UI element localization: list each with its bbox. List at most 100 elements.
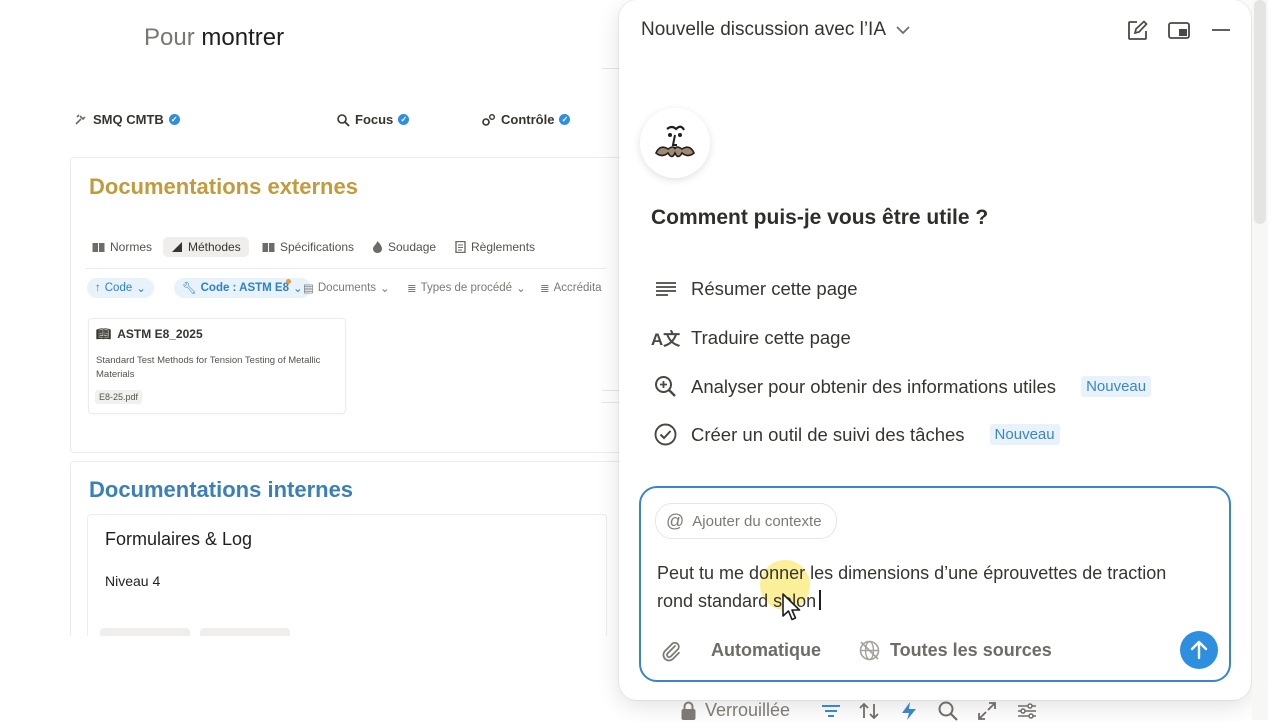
wrench-icon: 🔧︎ bbox=[182, 283, 197, 295]
page-lock-status[interactable]: Verrouillée bbox=[680, 700, 790, 721]
minimize-button[interactable] bbox=[1209, 18, 1233, 42]
document-file-chip[interactable]: E8-25.pdf bbox=[95, 390, 143, 404]
filter-label: Documents bbox=[317, 282, 377, 294]
add-context-button[interactable]: @ Ajouter du contexte bbox=[655, 503, 837, 539]
mouse-pointer-icon bbox=[782, 593, 801, 621]
sort-icon[interactable] bbox=[858, 700, 880, 722]
filter-label: Code bbox=[104, 282, 133, 294]
zoom-in-icon bbox=[653, 374, 678, 399]
chevron-down-icon: ⌄ bbox=[516, 283, 526, 295]
minus-icon bbox=[1212, 29, 1230, 31]
sources-label: Toutes les sources bbox=[890, 640, 1052, 660]
nav-link-controle[interactable]: Contrôle ✓ bbox=[481, 112, 571, 127]
chevron-down-icon: ⌄ bbox=[380, 283, 390, 295]
filter-accreditation[interactable]: ≣ Accrédita bbox=[540, 281, 602, 295]
new-chat-button[interactable] bbox=[1125, 18, 1149, 42]
heading-main: montrer bbox=[201, 24, 285, 51]
action-analyze[interactable]: Analyser pour obtenir des informations u… bbox=[653, 374, 1152, 399]
chevron-down-icon: ⌄ bbox=[293, 283, 303, 295]
document-title-text: ASTM E8_2025 bbox=[117, 327, 203, 341]
lock-label: Verrouillée bbox=[705, 700, 791, 720]
verified-badge-icon: ✓ bbox=[168, 114, 180, 125]
action-label: Résumer cette page bbox=[691, 277, 858, 299]
divider bbox=[602, 390, 620, 391]
database-icon: ≣ bbox=[407, 283, 417, 295]
filter-code[interactable]: ↑ Code ⌄ bbox=[87, 278, 154, 298]
book-icon bbox=[92, 242, 105, 252]
tab-specifications[interactable]: Spécifications bbox=[262, 240, 354, 254]
action-summarize[interactable]: Résumer cette page bbox=[653, 276, 858, 301]
paperclip-icon[interactable] bbox=[660, 640, 682, 662]
divider bbox=[602, 68, 620, 69]
action-task-tracker[interactable]: Créer un outil de suivi des tâches Nouve… bbox=[653, 422, 1060, 447]
nav-link-focus[interactable]: Focus ✓ bbox=[336, 112, 410, 127]
edit-icon bbox=[1127, 19, 1148, 40]
tab-divider bbox=[86, 268, 606, 269]
action-label: Créer un outil de suivi des tâches bbox=[691, 423, 965, 445]
nav-link-label: SMQ CMTB bbox=[93, 112, 164, 127]
sources-select-button[interactable]: Toutes les sources bbox=[859, 640, 1052, 661]
open-book-icon: 📖︎ bbox=[96, 327, 112, 341]
book-icon bbox=[262, 242, 275, 252]
nav-link-label: Contrôle bbox=[501, 112, 555, 127]
expand-icon[interactable] bbox=[976, 700, 998, 722]
action-label: Analyser pour obtenir des informations u… bbox=[691, 375, 1057, 397]
tab-normes[interactable]: Normes bbox=[92, 240, 152, 254]
new-badge: Nouveau bbox=[1081, 376, 1152, 397]
lightning-icon[interactable] bbox=[898, 700, 920, 722]
translate-icon: A文 bbox=[650, 330, 681, 349]
page-bottom-area bbox=[0, 636, 620, 720]
filter-types-procede[interactable]: ≣ Types de procédé ⌄ bbox=[407, 281, 526, 295]
picture-in-picture-button[interactable] bbox=[1167, 18, 1191, 42]
tab-label: Soudage bbox=[388, 240, 437, 254]
text-caret bbox=[819, 590, 822, 610]
action-translate[interactable]: A文 Traduire cette page bbox=[650, 325, 851, 350]
ai-face-icon bbox=[655, 125, 695, 158]
chat-title-dropdown[interactable]: Nouvelle discussion avec l’IA bbox=[641, 19, 910, 41]
database-icon: ≣ bbox=[540, 283, 550, 295]
chevron-down-icon: ⌄ bbox=[136, 283, 146, 295]
settings-sliders-icon[interactable] bbox=[1016, 700, 1038, 722]
mode-select-button[interactable]: Automatique bbox=[711, 640, 821, 661]
search-icon[interactable] bbox=[937, 700, 959, 722]
forms-section-title: Formulaires & Log bbox=[105, 529, 253, 549]
tab-label: Règlements bbox=[471, 240, 536, 254]
tab-methodes[interactable]: Méthodes bbox=[163, 237, 249, 257]
document-description: Standard Test Methods for Tension Testin… bbox=[96, 355, 321, 380]
check-circle-icon bbox=[653, 422, 678, 447]
at-sign-icon: @ bbox=[666, 510, 685, 531]
filter-documents[interactable]: ▤ Documents ⌄ bbox=[303, 281, 390, 295]
chat-greeting: Comment puis-je vous être utile ? bbox=[651, 206, 989, 229]
document-icon bbox=[455, 241, 466, 253]
tab-soudage[interactable]: Soudage bbox=[372, 240, 436, 254]
filter-active-dot bbox=[286, 279, 291, 284]
external-docs-title: Documentations externes bbox=[89, 174, 358, 199]
clipped-chips bbox=[100, 628, 400, 636]
verified-badge-icon: ✓ bbox=[398, 114, 410, 125]
send-button[interactable] bbox=[1180, 631, 1218, 669]
chat-input[interactable]: Peut tu me donner les dimensions d’une é… bbox=[657, 559, 1177, 615]
nav-link-smq[interactable]: SMQ CMTB ✓ bbox=[74, 112, 180, 127]
arrow-up-icon bbox=[1190, 640, 1208, 660]
chat-input-text: Peut tu me donner les dimensions d’une é… bbox=[657, 563, 1167, 611]
tab-reglements[interactable]: Règlements bbox=[455, 240, 535, 254]
internal-docs-title: Documentations internes bbox=[89, 477, 354, 502]
filter-lines-icon[interactable] bbox=[820, 700, 842, 722]
filter-label: Code : ASTM E8 bbox=[200, 282, 289, 294]
heading-prefix: Pour bbox=[144, 24, 195, 51]
globe-off-icon bbox=[859, 640, 880, 661]
list-icon: ▤ bbox=[303, 283, 314, 295]
arrow-up-icon: ↑ bbox=[95, 282, 101, 294]
chevron-down-icon bbox=[896, 25, 910, 34]
chat-title: Nouvelle discussion avec l’IA bbox=[641, 19, 887, 40]
scrollbar-thumb[interactable] bbox=[1254, 0, 1266, 224]
lock-icon bbox=[681, 701, 696, 720]
page-heading: Pour montrer bbox=[144, 24, 284, 52]
verified-badge-icon: ✓ bbox=[559, 114, 571, 125]
nav-link-label: Focus bbox=[355, 112, 394, 127]
pip-icon bbox=[1168, 21, 1190, 39]
tools-icon bbox=[75, 113, 86, 125]
tab-label: Spécifications bbox=[280, 240, 355, 254]
divider bbox=[602, 402, 620, 403]
tab-label: Méthodes bbox=[188, 240, 241, 254]
